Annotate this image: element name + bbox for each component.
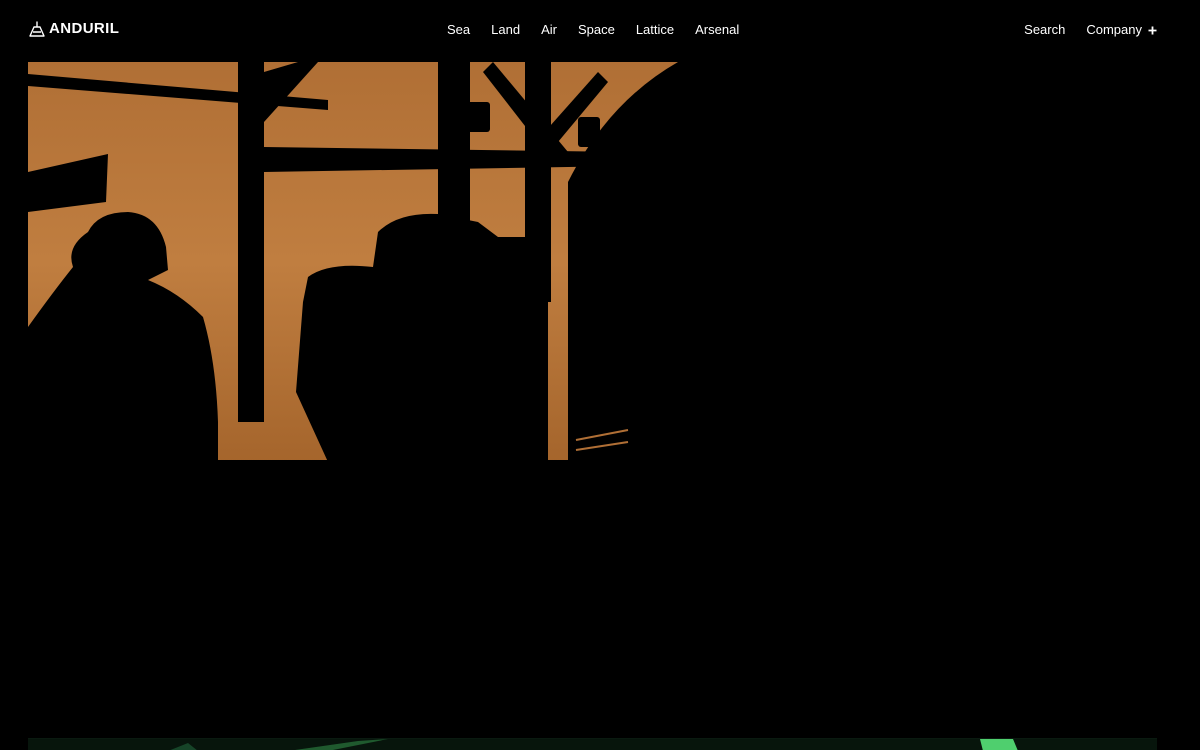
company-label: Company (1086, 22, 1142, 37)
nav-item-land[interactable]: Land (491, 20, 520, 40)
nav-item-sea[interactable]: Sea (447, 20, 470, 40)
utility-nav: Search Company (1024, 20, 1157, 40)
company-menu-button[interactable]: Company (1086, 20, 1157, 40)
nav-item-air[interactable]: Air (541, 20, 557, 40)
logo[interactable]: ANDURIL (28, 19, 119, 39)
next-section-preview (28, 738, 1157, 750)
main-nav: Sea Land Air Space Lattice Arsenal (447, 20, 739, 40)
plus-icon (1148, 26, 1157, 34)
nav-item-space[interactable]: Space (578, 20, 615, 40)
logo-text: ANDURIL (49, 20, 120, 37)
site-header: ANDURIL Sea Land Air Space Lattice Arsen… (0, 0, 1200, 62)
nav-item-arsenal[interactable]: Arsenal (695, 20, 739, 40)
hero-silhouette-scene (28, 62, 1157, 738)
next-section-image (28, 739, 1157, 750)
anduril-logo-icon (29, 21, 45, 37)
hero-image (28, 62, 1157, 738)
nav-item-lattice[interactable]: Lattice (636, 20, 674, 40)
search-link[interactable]: Search (1024, 20, 1065, 40)
